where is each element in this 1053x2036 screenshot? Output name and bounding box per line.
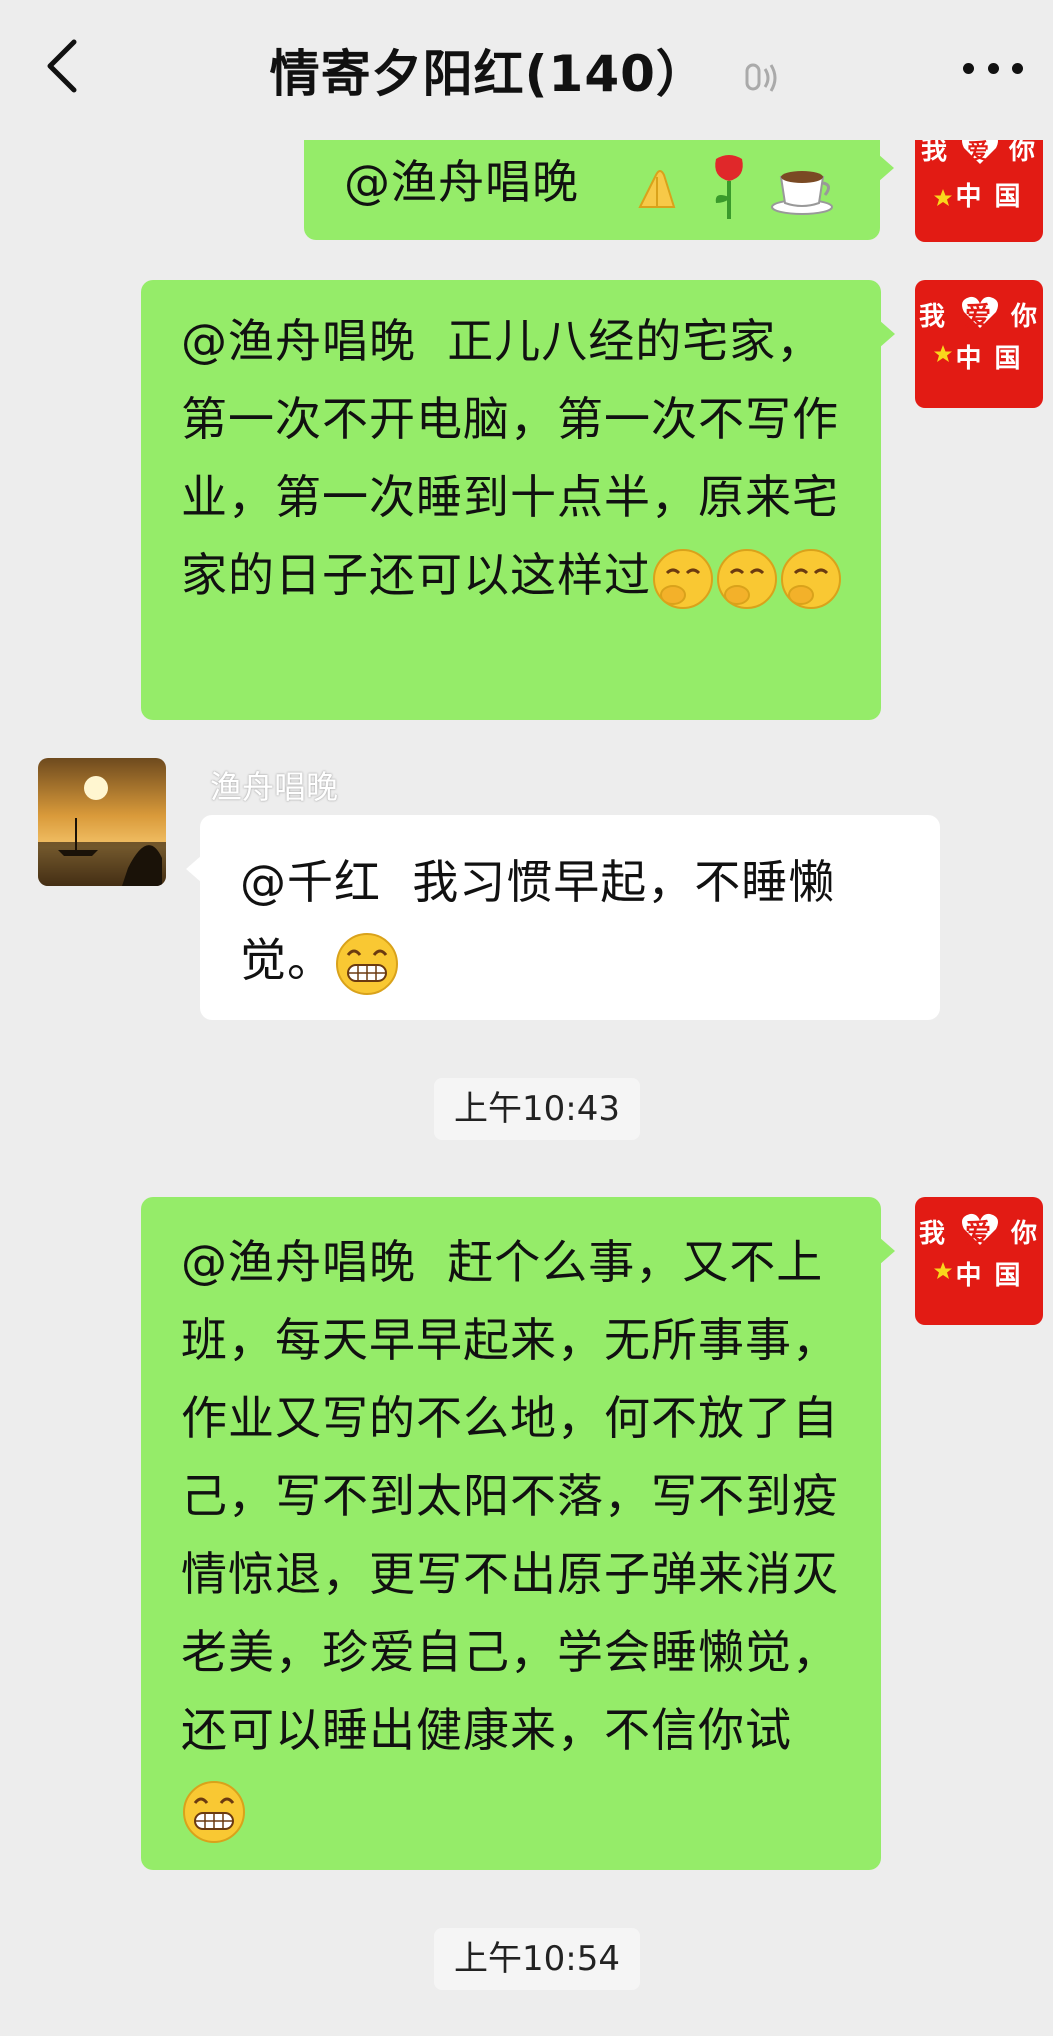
giggle-icon	[781, 548, 841, 609]
message-text: @渔舟唱晚 赶个么事，又不上班，每天早早起来，无所事事，作业又写的不么地，何不放…	[181, 1235, 839, 1757]
praying-hands-icon	[638, 169, 676, 208]
grin-icon	[336, 932, 398, 995]
sender-avatar[interactable]	[38, 758, 166, 886]
more-dots-icon	[963, 62, 974, 74]
message-bubble-2[interactable]: @渔舟唱晚 正儿八经的宅家，第一次不开电脑，第一次不写作业，第一次睡到十点半，原…	[141, 280, 895, 720]
message-bubble-4[interactable]: @渔舟唱晚 赶个么事，又不上班，每天早早起来，无所事事，作业又写的不么地，何不放…	[141, 1197, 895, 1870]
message-bubble-3[interactable]: @千红 我习惯早起，不睡懒觉。	[186, 815, 940, 1020]
grin-icon	[183, 1780, 245, 1843]
rose-icon	[714, 154, 743, 219]
chat-title: 情寄夕阳红(140）	[269, 45, 707, 103]
more-options-button[interactable]	[963, 48, 1023, 88]
my-avatar[interactable]: 我爱你 中 国	[915, 1197, 1043, 1325]
message-text: @千红 我习惯早起，不睡懒觉。	[240, 855, 836, 987]
giggle-icon	[717, 548, 777, 609]
sunset-boat-image	[38, 758, 166, 886]
chat-header: 情寄夕阳红(140）	[0, 0, 1053, 140]
ear-icon	[745, 63, 777, 92]
giggle-icon	[653, 548, 713, 609]
message-text: @渔舟唱晚	[344, 155, 611, 209]
timestamp: 上午10:54	[434, 1928, 640, 1990]
chat-screen: 情寄夕阳红(140） @渔舟唱晚 我 爱 你 中 国 @渔舟唱晚 正儿八经的宅家…	[0, 0, 1053, 2036]
my-avatar[interactable]: 我爱你 中 国	[915, 280, 1043, 408]
coffee-icon	[771, 170, 834, 215]
sender-name: 渔舟唱晚	[210, 768, 339, 806]
timestamp: 上午10:43	[434, 1078, 640, 1140]
